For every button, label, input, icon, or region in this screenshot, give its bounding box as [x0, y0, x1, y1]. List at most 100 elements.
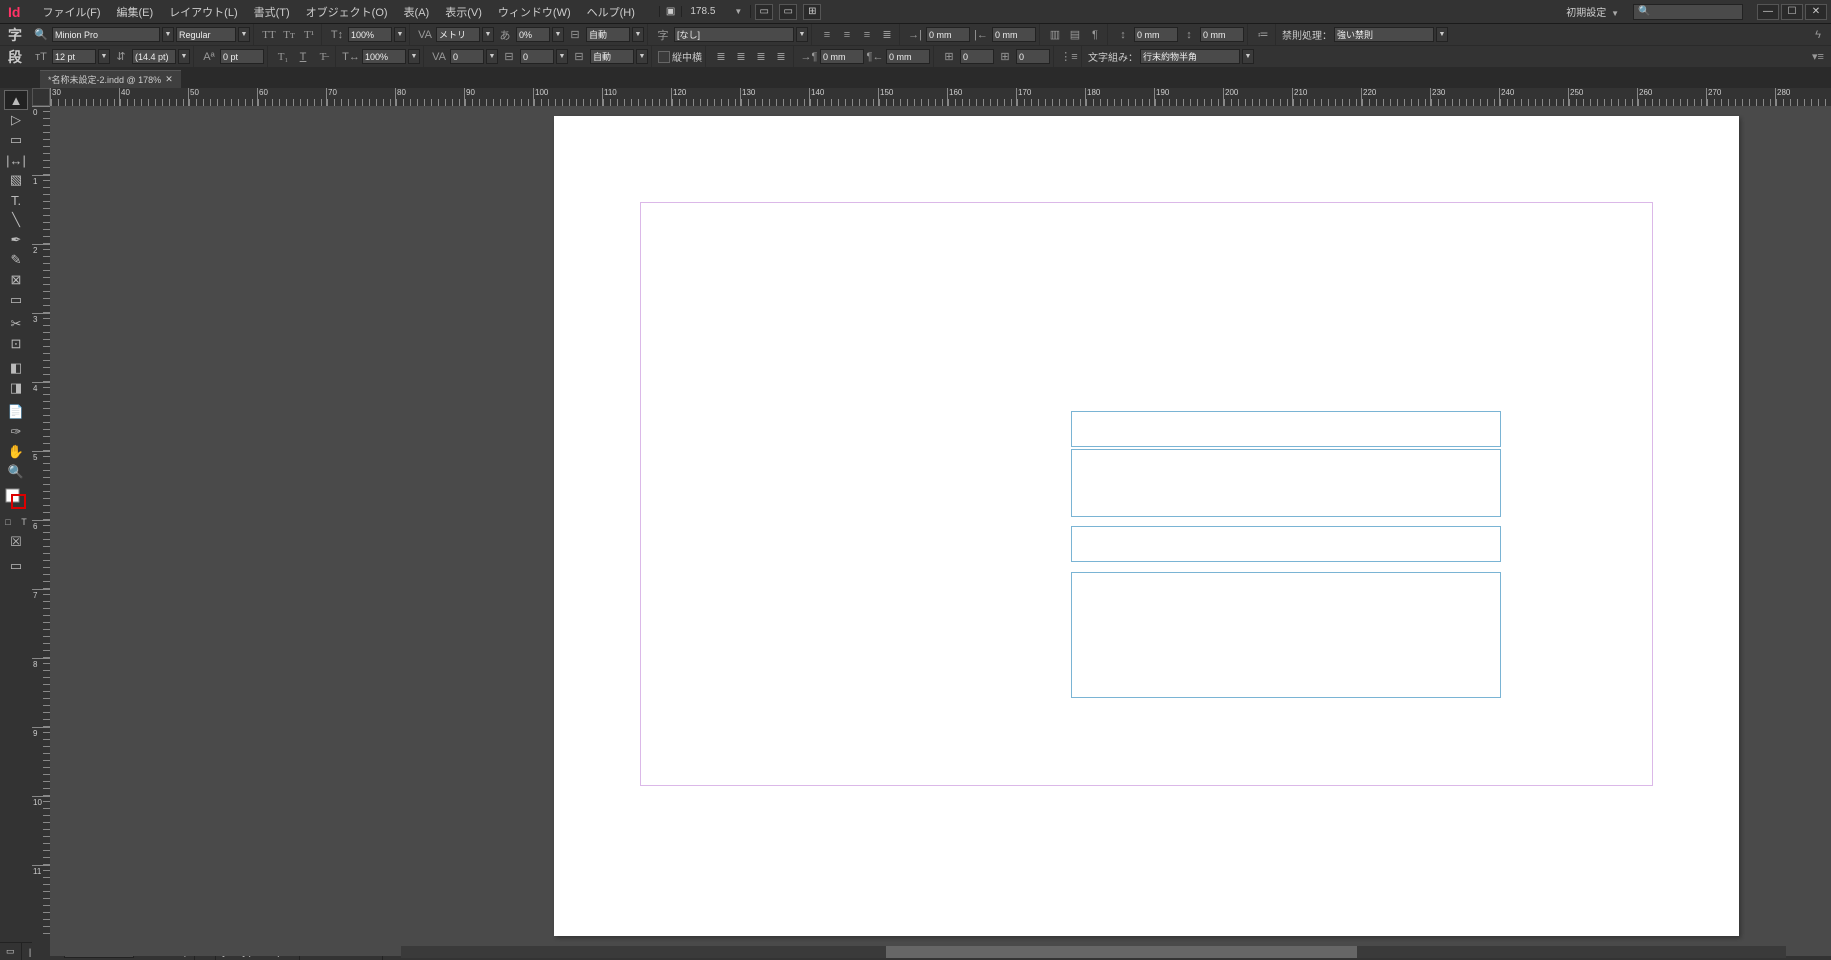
formatting-container-btn[interactable]: □ — [0, 512, 16, 532]
maximize-button[interactable]: ☐ — [1781, 4, 1803, 20]
aki-input[interactable] — [586, 27, 630, 42]
bridge-icon[interactable]: ▣ — [659, 6, 682, 17]
view-mode-btn[interactable]: ▭ — [4, 556, 28, 576]
direct-selection-tool[interactable]: ▷ — [4, 110, 28, 130]
free-transform-tool[interactable]: ⊡ — [4, 334, 28, 354]
ruler-origin[interactable] — [32, 88, 50, 106]
font-style-input[interactable] — [176, 27, 236, 42]
scale-y-input[interactable] — [348, 27, 392, 42]
text-frame-2[interactable] — [1071, 449, 1501, 517]
arrange-icon[interactable]: ⊞ — [803, 4, 821, 20]
menu-type[interactable]: 書式(T) — [246, 2, 298, 22]
type-tool[interactable]: T. — [4, 190, 28, 210]
line-tool[interactable]: ╲ — [4, 210, 28, 230]
mojikumi-select[interactable] — [1140, 49, 1240, 64]
gap-tool[interactable]: |↔| — [4, 150, 28, 170]
superscript-icon[interactable]: T¹ — [300, 26, 318, 44]
aki2-input[interactable] — [520, 49, 554, 64]
tracking-input[interactable] — [450, 49, 484, 64]
indent-right-input[interactable] — [992, 27, 1036, 42]
menu-layout[interactable]: レイアウト(L) — [161, 2, 245, 22]
menu-view[interactable]: 表示(V) — [437, 2, 490, 22]
content-collector-tool[interactable]: ▧ — [4, 170, 28, 190]
text-frame-4[interactable] — [1071, 572, 1501, 698]
space-before-input[interactable] — [1134, 27, 1178, 42]
grid-align-icon[interactable]: ⊞ — [940, 48, 958, 66]
numbering-icon[interactable]: ⋮≡ — [1060, 48, 1078, 66]
ruler-vertical[interactable]: 01234567891011 — [32, 106, 50, 956]
zoom-tool[interactable]: 🔍 — [4, 462, 28, 482]
selection-tool[interactable]: ▲ — [4, 90, 28, 110]
workspace-selector[interactable]: 初期設定 ▼ — [1558, 2, 1627, 21]
search-box[interactable]: 🔍 — [1633, 4, 1743, 20]
align-right-icon[interactable]: ≡ — [858, 26, 876, 44]
char-style-select[interactable] — [674, 27, 794, 42]
allcaps-icon[interactable]: TT — [260, 26, 278, 44]
font-dd[interactable]: ▼ — [162, 27, 174, 42]
style-dd[interactable]: ▼ — [238, 27, 250, 42]
panel-menu-icon[interactable]: ▾≡ — [1809, 48, 1827, 66]
apply-none-btn[interactable]: ☒ — [4, 532, 28, 552]
baseline-input[interactable] — [220, 49, 264, 64]
columns-icon[interactable]: ▥ — [1046, 26, 1064, 44]
gradient-feather-tool[interactable]: ◨ — [4, 378, 28, 398]
span-icon[interactable]: ▤ — [1066, 26, 1084, 44]
hand-tool[interactable]: ✋ — [4, 442, 28, 462]
first-indent-input[interactable] — [820, 49, 864, 64]
space-after-input[interactable] — [1200, 27, 1244, 42]
chevron-down-icon[interactable]: ▼ — [734, 7, 742, 16]
ruler-horizontal[interactable]: 3040506070809010011012013014015016017018… — [50, 88, 1831, 106]
minimize-button[interactable]: — — [1757, 4, 1779, 20]
last-indent-input[interactable] — [886, 49, 930, 64]
align-center-icon[interactable]: ≡ — [838, 26, 856, 44]
scissors-tool[interactable]: ✂ — [4, 314, 28, 334]
view-mode-icon-2[interactable]: ▭ — [779, 4, 797, 20]
menu-file[interactable]: ファイル(F) — [34, 2, 108, 22]
justify-right-icon[interactable]: ≣ — [772, 48, 790, 66]
para-mode-btn[interactable]: 段 — [4, 47, 26, 67]
text-frame-1[interactable] — [1071, 411, 1501, 447]
zoom-level-input[interactable] — [682, 5, 732, 18]
align-left-icon[interactable]: ≡ — [818, 26, 836, 44]
gradient-swatch-tool[interactable]: ◧ — [4, 358, 28, 378]
canvas[interactable] — [50, 106, 1831, 956]
view-mode-icon-1[interactable]: ▭ — [755, 4, 773, 20]
scrollbar-horizontal[interactable] — [401, 946, 1786, 958]
preflight-menu-icon[interactable]: ▭ — [6, 946, 15, 957]
justify-full-icon[interactable]: ≣ — [712, 48, 730, 66]
rectangle-tool[interactable]: ▭ — [4, 290, 28, 310]
justify-center-icon[interactable]: ≣ — [752, 48, 770, 66]
document-page[interactable] — [554, 116, 1739, 936]
pencil-tool[interactable]: ✎ — [4, 250, 28, 270]
grid-y-input[interactable] — [1016, 49, 1050, 64]
aki3-input[interactable] — [590, 49, 634, 64]
underline-icon[interactable]: T — [294, 48, 312, 66]
scale-x-input[interactable] — [362, 49, 406, 64]
scrollbar-thumb[interactable] — [886, 946, 1357, 958]
formatting-text-btn[interactable]: T — [16, 512, 32, 532]
bullets-icon[interactable]: ≔ — [1254, 26, 1272, 44]
grid-align2-icon[interactable]: ⊞ — [996, 48, 1014, 66]
menu-object[interactable]: オブジェクト(O) — [298, 2, 396, 22]
fill-stroke-proxy[interactable] — [4, 486, 28, 512]
quick-apply-icon[interactable]: ϟ — [1809, 26, 1827, 44]
kinsoku-select[interactable] — [1334, 27, 1434, 42]
rectangle-frame-tool[interactable]: ⊠ — [4, 270, 28, 290]
document-tab[interactable]: *名称未設定-2.indd @ 178% ✕ — [40, 70, 181, 88]
close-button[interactable]: ✕ — [1805, 4, 1827, 20]
smallcaps-icon[interactable]: Tᴛ — [280, 26, 298, 44]
menu-help[interactable]: ヘルプ(H) — [579, 2, 643, 22]
menu-table[interactable]: 表(A) — [396, 2, 438, 22]
menu-edit[interactable]: 編集(E) — [109, 2, 162, 22]
justify-icon[interactable]: ≣ — [878, 26, 896, 44]
tsume-input[interactable] — [516, 27, 550, 42]
grid-x-input[interactable] — [960, 49, 994, 64]
pen-tool[interactable]: ✒ — [4, 230, 28, 250]
menu-window[interactable]: ウィンドウ(W) — [490, 2, 579, 22]
font-family-input[interactable] — [52, 27, 160, 42]
page-tool[interactable]: ▭ — [4, 130, 28, 150]
subscript-icon[interactable]: T₁ — [274, 48, 292, 66]
kerning-input[interactable] — [436, 27, 480, 42]
balance-icon[interactable]: ¶ — [1086, 26, 1104, 44]
tatechuyoko-check[interactable] — [658, 51, 670, 63]
